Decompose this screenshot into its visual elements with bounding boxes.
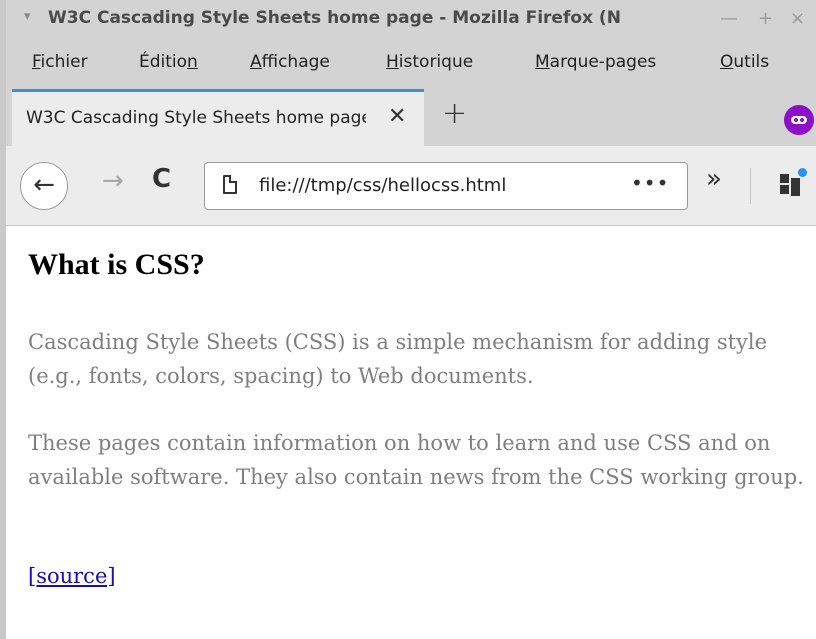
menu-outils[interactable]: Outils bbox=[720, 52, 769, 72]
url-input[interactable]: file:///tmp/css/hellocss.html bbox=[259, 175, 506, 196]
new-tab-button[interactable]: + bbox=[442, 96, 467, 131]
menu-mnemonic: F bbox=[32, 52, 41, 72]
menu-label: ichier bbox=[40, 52, 88, 72]
ext-block bbox=[780, 185, 789, 194]
ext-block bbox=[780, 174, 789, 183]
tab-title: W3C Cascading Style Sheets home page bbox=[26, 108, 366, 128]
window-title: W3C Cascading Style Sheets home page - M… bbox=[48, 8, 621, 28]
mask-shape bbox=[791, 116, 807, 124]
close-tab-icon[interactable]: ✕ bbox=[388, 104, 406, 129]
tab-active[interactable]: W3C Cascading Style Sheets home page ✕ bbox=[12, 89, 424, 146]
url-bar[interactable]: file:///tmp/css/hellocss.html ••• bbox=[204, 162, 688, 210]
menu-mnemonic: H bbox=[386, 52, 399, 72]
page-content: What is CSS? Cascading Style Sheets (CSS… bbox=[6, 227, 816, 639]
ext-block bbox=[791, 178, 800, 187]
navigation-toolbar: ← → C file:///tmp/css/hellocss.html ••• … bbox=[6, 146, 816, 226]
menu-label: istorique bbox=[398, 52, 474, 72]
tab-strip: W3C Cascading Style Sheets home page ✕ + bbox=[6, 88, 816, 146]
menu-marque-pages[interactable]: Marque-pages bbox=[535, 52, 656, 72]
maximize-button[interactable]: + bbox=[758, 8, 773, 29]
menu-label: utils bbox=[733, 52, 770, 72]
private-browsing-mask-icon bbox=[784, 105, 814, 135]
title-bar[interactable]: ▾ W3C Cascading Style Sheets home page -… bbox=[6, 0, 816, 40]
window-menu-icon[interactable]: ▾ bbox=[24, 9, 31, 24]
back-button[interactable]: ← bbox=[20, 162, 68, 210]
reload-button[interactable]: C bbox=[152, 164, 171, 194]
paragraph-info: These pages contain information on how t… bbox=[28, 431, 804, 489]
menu-mnemonic: O bbox=[720, 52, 734, 72]
extensions-icon[interactable] bbox=[780, 174, 802, 196]
minimize-button[interactable]: — bbox=[720, 8, 738, 29]
menu-historique[interactable]: Historique bbox=[386, 52, 473, 72]
close-window-button[interactable]: × bbox=[790, 8, 805, 29]
forward-button[interactable]: → bbox=[102, 166, 124, 196]
source-link[interactable]: [source] bbox=[28, 564, 116, 588]
page-actions-icon[interactable]: ••• bbox=[631, 171, 669, 195]
ext-block bbox=[791, 187, 800, 196]
menu-label: arque-pages bbox=[549, 52, 657, 72]
menu-edition[interactable]: Édition bbox=[139, 52, 198, 72]
toolbar-divider bbox=[750, 168, 751, 204]
menu-affichage[interactable]: Affichage bbox=[250, 52, 330, 72]
paragraph-intro: Cascading Style Sheets (CSS) is a simple… bbox=[28, 330, 768, 388]
toolbar-overflow-button[interactable]: » bbox=[706, 164, 722, 194]
menu-mnemonic: A bbox=[250, 52, 262, 72]
page-heading: What is CSS? bbox=[28, 248, 205, 281]
menu-fichier[interactable]: Fichier bbox=[32, 52, 88, 72]
extension-badge bbox=[798, 168, 807, 177]
page-info-icon[interactable] bbox=[223, 175, 237, 194]
menu-label: Éditio bbox=[139, 52, 188, 72]
menu-mnemonic: M bbox=[535, 52, 550, 72]
menu-mnemonic: n bbox=[187, 52, 198, 72]
menu-bar: Fichier Édition Affichage Historique Mar… bbox=[6, 40, 816, 88]
menu-label: ffichage bbox=[261, 52, 330, 72]
